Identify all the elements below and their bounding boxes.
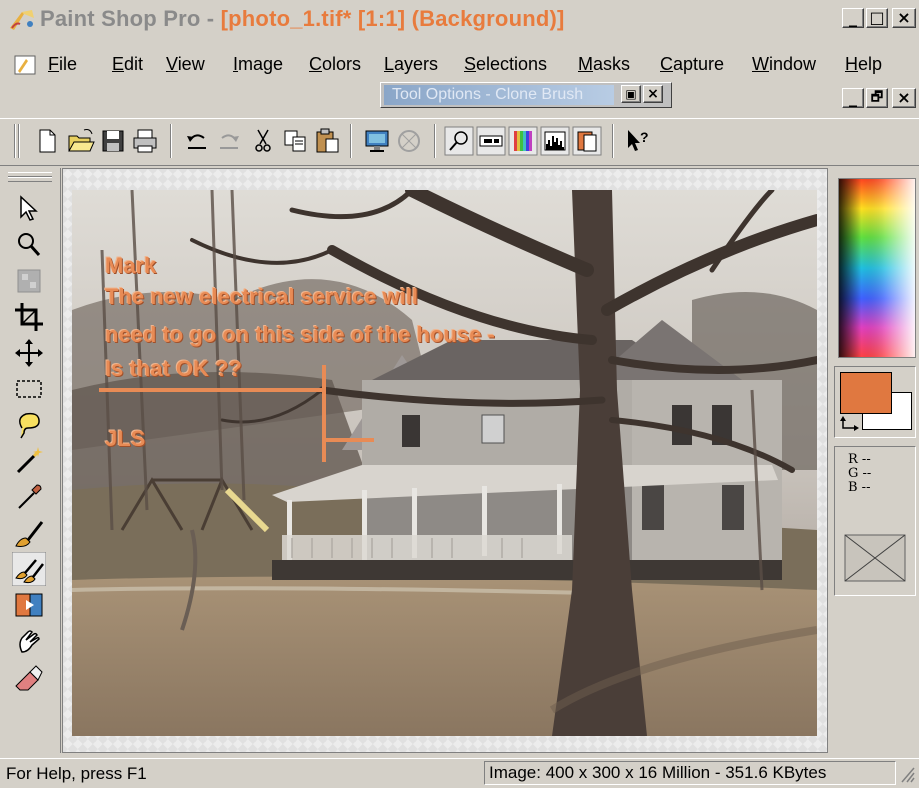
tool-options-toggle-icon[interactable] [476,126,506,156]
annotation-line-4: Is that OK ?? [105,356,242,381]
toolbar-grip[interactable] [14,124,16,158]
magic-wand-icon[interactable] [12,444,46,478]
menu-colors[interactable]: Colors [309,54,361,75]
redo-icon [220,134,239,149]
layer-palette-toggle-icon[interactable] [572,126,602,156]
menu-view[interactable]: View [166,54,205,75]
photo-canvas[interactable] [72,190,817,736]
zoom-magnifier-icon[interactable] [12,228,46,262]
save-disk-icon[interactable] [98,126,128,156]
open-folder-icon[interactable] [66,126,96,156]
status-image-info: Image: 400 x 300 x 16 Million - 351.6 KB… [484,761,896,785]
freehand-lasso-icon[interactable] [12,408,46,442]
foreground-color-swatch[interactable] [840,372,892,414]
status-help-text: For Help, press F1 [6,764,147,783]
swap-colors-arrow-icon[interactable] [840,414,862,432]
selection-rectangle-icon[interactable] [12,372,46,406]
doc-minimize-button[interactable]: _ [842,88,864,108]
mover-icon[interactable] [12,336,46,370]
clone-brush-icon[interactable] [12,552,46,586]
menu-window[interactable]: Window [752,54,816,75]
arrow-pointer-icon[interactable] [12,192,46,226]
tool-options-close-button[interactable]: × [643,85,663,103]
undo-icon[interactable] [182,126,212,156]
tool-options-title[interactable]: Tool Options - Clone Brush [384,85,614,105]
doc-restore-button[interactable]: 🗗 [866,88,888,108]
blue-value: B -- [848,480,871,495]
new-file-icon[interactable] [32,126,62,156]
eraser-icon[interactable] [12,660,46,694]
rgb-readout: R -- G -- B -- [848,453,871,495]
maximize-button[interactable]: □ [866,8,888,28]
overview-icon[interactable] [444,126,474,156]
svg-text:?: ? [640,129,649,145]
minimize-button[interactable]: _ [842,8,864,28]
crop-icon[interactable] [12,300,46,334]
dropper-icon[interactable] [12,480,46,514]
paste-clipboard-icon[interactable] [312,126,342,156]
menu-image[interactable]: Image [233,54,283,75]
print-icon[interactable] [130,126,160,156]
copy-icon[interactable] [280,126,310,156]
browse-icon [398,130,420,152]
tool-options-collapse-button[interactable]: ▣ [621,85,641,103]
tool-options-window[interactable]: Tool Options - Clone Brush ▣ × [380,82,672,108]
retouch-finger-icon[interactable] [12,624,46,658]
menu-file[interactable]: File [48,54,77,75]
doc-close-button[interactable]: × [892,88,916,108]
green-value: G -- [848,466,872,481]
menu-layers[interactable]: Layers [384,54,438,75]
annotation-line-1: Mark [105,253,157,278]
red-value: R -- [848,452,871,467]
menu-capture[interactable]: Capture [660,54,724,75]
document-icon[interactable] [14,55,36,75]
color-replacer-icon[interactable] [12,588,46,622]
cut-scissors-icon[interactable] [248,126,278,156]
app-icon [10,10,34,30]
toolbar-separator [434,124,436,158]
no-color-icon[interactable] [844,534,906,582]
menu-edit[interactable]: Edit [112,54,143,75]
annotation-line-3: need to go on this side of the house - [105,322,495,347]
window-title: Paint Shop Pro - [photo_1.tif* [1:1] (Ba… [40,6,565,31]
menu-help[interactable]: Help [845,54,882,75]
paintbrush-icon[interactable] [12,516,46,550]
toolbar-grip[interactable] [18,124,20,158]
color-palette-toggle-icon[interactable] [508,126,538,156]
deformation-icon [17,269,41,293]
toolbar-separator [170,124,172,158]
toolbar-separator [350,124,352,158]
color-spectrum-picker[interactable] [838,178,916,358]
full-screen-preview-icon[interactable] [362,126,392,156]
menu-masks[interactable]: Masks [578,54,630,75]
toolbar-separator [612,124,614,158]
menu-selections[interactable]: Selections [464,54,547,75]
histogram-icon[interactable] [540,126,570,156]
resize-grip-icon[interactable] [898,764,916,784]
palette-grip[interactable] [8,177,52,182]
context-help-icon[interactable]: ? [622,126,652,156]
annotation-line-2: The new electrical service will [105,284,419,309]
annotation-signature: JLS [105,426,146,451]
close-button[interactable]: × [892,8,916,28]
